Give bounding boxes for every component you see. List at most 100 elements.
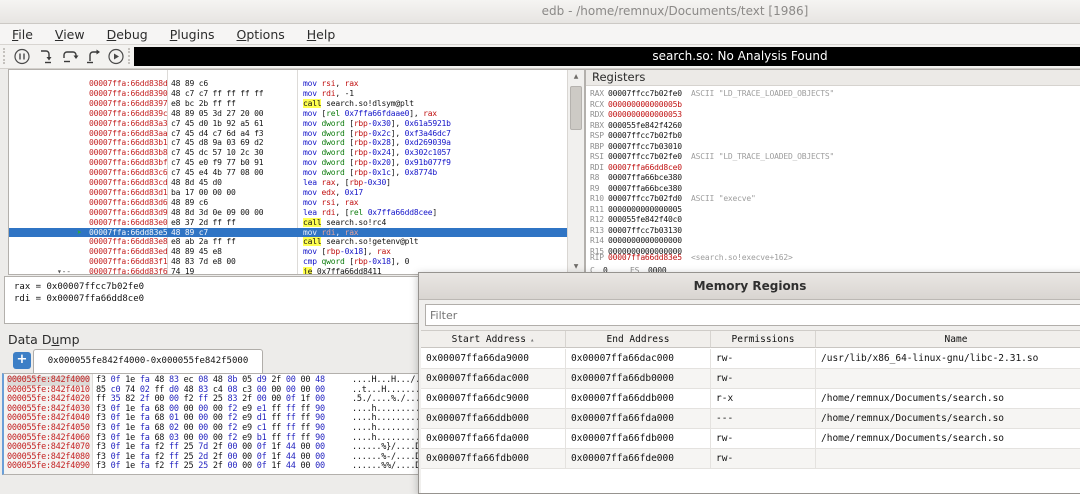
disasm-row[interactable]: 00007ffa:66dd83d948 8d 3d 0e 09 00 00lea… (9, 208, 567, 218)
filter-input[interactable] (425, 304, 1080, 326)
region-cell[interactable]: 0x00007ffa66dc9000 (421, 389, 566, 409)
disasm-bytes: 48 89 c7 (171, 228, 208, 238)
menu-item-debug[interactable]: Debug (97, 25, 158, 44)
menu-bar: FileViewDebugPluginsOptionsHelp (0, 24, 1080, 45)
disasm-bytes: c7 45 d8 9a 03 69 d2 (171, 138, 263, 148)
disasm-instruction: cmp qword [rbp-0x18], 0 (303, 257, 409, 267)
disasm-address: 00007ffa:66dd83e8 (89, 237, 167, 247)
register-value: 00007ffcc7b02fe0 (608, 89, 682, 100)
disasm-row[interactable]: 00007ffa:66dd83c6c7 45 e4 4b 77 08 00mov… (9, 168, 567, 178)
register-name: RSP (590, 131, 604, 142)
disasm-row[interactable]: 00007ffa:66dd83d1ba 17 00 00 00mov edx, … (9, 188, 567, 198)
disasm-instruction: mov dword [rbp-0x30], 0x61a5921b (303, 119, 451, 129)
region-cell[interactable]: /home/remnux/Documents/search.so (816, 409, 1080, 429)
menu-item-view[interactable]: View (45, 25, 95, 44)
disasm-address: 00007ffa:66dd83d1 (89, 188, 167, 198)
region-cell[interactable]: rw- (711, 449, 816, 469)
dump-address-tab[interactable]: 0x000055fe842f4000-0x000055fe842f5000 (33, 349, 263, 374)
run-button[interactable] (106, 47, 126, 66)
region-cell[interactable]: rw- (711, 349, 816, 369)
registers-panel[interactable]: Registers RAX00007ffcc7b02fe0ASCII "LD_T… (585, 69, 1080, 275)
register-name: RDX (590, 110, 604, 121)
region-cell[interactable]: 0x00007ffa66fde000 (566, 449, 711, 469)
menu-item-options[interactable]: Options (227, 25, 295, 44)
jump-arrow-icon: ▾-- (57, 267, 71, 275)
region-cell[interactable]: 0x00007ffa66da9000 (421, 349, 566, 369)
dialog-titlebar[interactable]: Memory Regions (419, 273, 1080, 300)
disasm-row[interactable]: 00007ffa:66dd83cd48 8d 45 d0lea rax, [rb… (9, 178, 567, 188)
disasm-row[interactable]: 00007ffa:66dd83b1c7 45 d8 9a 03 69 d2mov… (9, 138, 567, 148)
region-cell[interactable]: 0x00007ffa66db0000 (566, 369, 711, 389)
disasm-bytes: c7 45 dc 57 10 2c 30 (171, 148, 263, 158)
dump-address: 000055fe:842f4090 (7, 462, 90, 472)
disasm-row[interactable]: 00007ffa:66dd83d648 89 c6mov rsi, rax (9, 198, 567, 208)
analysis-status-text: search.so: No Analysis Found (134, 49, 1080, 63)
step-out-button[interactable] (84, 47, 104, 66)
scroll-up-arrow-icon[interactable]: ▲ (568, 70, 584, 84)
region-cell[interactable]: 0x00007ffa66fdb000 (421, 449, 566, 469)
region-cell[interactable]: 0x00007ffa66ddb000 (421, 409, 566, 429)
toolbar-grip[interactable] (3, 48, 9, 64)
region-cell[interactable]: 0x00007ffa66fda000 (421, 429, 566, 449)
menu-item-plugins[interactable]: Plugins (160, 25, 225, 44)
register-value: 0000000000000053 (608, 110, 682, 121)
region-cell[interactable]: 0x00007ffa66dac000 (566, 349, 711, 369)
memory-regions-dialog: Memory Regions Start Address ▴End Addres… (418, 272, 1080, 494)
step-over-button[interactable] (60, 47, 80, 66)
disasm-row[interactable]: 00007ffa:66dd83ed48 89 45 e8mov [rbp-0x1… (9, 247, 567, 257)
disasm-instruction: mov dword [rbp-0x1c], 0x8774b (303, 168, 437, 178)
disasm-row[interactable]: 00007ffa:66dd839048 c7 c7 ff ff ff ffmov… (9, 89, 567, 99)
region-cell[interactable]: 0x00007ffa66dac000 (421, 369, 566, 389)
pause-button[interactable] (12, 47, 32, 66)
register-value: 00007ffa66dd8ce0 (608, 163, 682, 174)
column-header-start-address[interactable]: Start Address ▴ (421, 331, 566, 348)
column-header-name[interactable]: Name (816, 331, 1080, 348)
menu-item-file[interactable]: File (2, 25, 43, 44)
disasm-instruction: mov rsi, rax (303, 198, 358, 208)
register-name: R13 (590, 226, 604, 237)
disasm-row[interactable]: 00007ffa:66dd83aac7 45 d4 c7 6d a4 f3mov… (9, 129, 567, 139)
menu-item-help[interactable]: Help (297, 25, 346, 44)
register-value: 000000000000005b (608, 100, 682, 111)
disasm-row[interactable]: 00007ffa:66dd83a3c7 45 d0 1b 92 a5 61mov… (9, 119, 567, 129)
disasm-row[interactable]: 00007ffa:66dd838d48 89 c6mov rsi, rax (9, 79, 567, 89)
region-cell[interactable] (816, 449, 1080, 469)
disasm-row[interactable]: 00007ffa:66dd83f148 83 7d e8 00cmp qword… (9, 257, 567, 267)
region-cell[interactable]: 0x00007ffa66ddb000 (566, 389, 711, 409)
dump-bytes: f3 0f 1e fa f2 ff 25 25 2f 00 00 0f 1f 4… (96, 462, 325, 472)
disasm-row[interactable]: 00007ffa:66dd83e8e8 ab 2a ff ffcall sear… (9, 237, 567, 247)
disasm-instruction: je 0x7ffa66dd8411 (303, 267, 382, 275)
window-titlebar: edb - /home/remnux/Documents/text [1986] (0, 0, 1080, 24)
disasm-address: 00007ffa:66dd83f1 (89, 257, 167, 267)
region-cell[interactable]: rw- (711, 429, 816, 449)
region-cell[interactable]: /usr/lib/x86_64-linux-gnu/libc-2.31.so (816, 349, 1080, 369)
disassembly-scrollbar[interactable]: ▲ ▼ (567, 70, 584, 274)
add-dump-tab-button[interactable]: + (13, 352, 31, 369)
region-cell[interactable]: 0x00007ffa66fda000 (566, 409, 711, 429)
disasm-row[interactable]: 00007ffa:66dd8397e8 bc 2b ff ffcall sear… (9, 99, 567, 109)
disasm-row[interactable]: 00007ffa:66dd83b8c7 45 dc 57 10 2c 30mov… (9, 148, 567, 158)
memory-regions-table[interactable]: Start Address ▴End AddressPermissionsNam… (421, 330, 1080, 493)
region-cell[interactable]: --- (711, 409, 816, 429)
disasm-row[interactable]: 00007ffa:66dd83bfc7 45 e0 f9 77 b0 91mov… (9, 158, 567, 168)
column-header-permissions[interactable]: Permissions (711, 331, 816, 348)
disasm-address: 00007ffa:66dd83b8 (89, 148, 167, 158)
edb-debugger-window: { "window": { "title": "edb - /home/remn… (0, 0, 1080, 473)
disasm-row[interactable]: 00007ffa:66dd83e0e8 37 2d ff ffcall sear… (9, 218, 567, 228)
info-line: rdi = 0x00007ffa66dd8ce0 (14, 294, 144, 304)
disasm-bytes: c7 45 d4 c7 6d a4 f3 (171, 129, 263, 139)
toolbar: search.so: No Analysis Found (0, 45, 1080, 69)
region-cell[interactable] (816, 369, 1080, 389)
disasm-row[interactable]: ➤00007ffa:66dd83e548 89 c7mov rdi, rax (9, 228, 567, 238)
region-cell[interactable]: /home/remnux/Documents/search.so (816, 389, 1080, 409)
scrollbar-thumb[interactable] (570, 86, 582, 130)
region-cell[interactable]: 0x00007ffa66fdb000 (566, 429, 711, 449)
region-cell[interactable]: /home/remnux/Documents/search.so (816, 429, 1080, 449)
region-cell[interactable]: r-x (711, 389, 816, 409)
step-into-button[interactable] (36, 47, 56, 66)
column-header-end-address[interactable]: End Address (566, 331, 711, 348)
register-value: 000055fe842f40c0 (608, 215, 682, 226)
disasm-row[interactable]: 00007ffa:66dd839c48 89 05 3d 27 20 00mov… (9, 109, 567, 119)
disassembly-panel[interactable]: 00007ffa:66dd838d48 89 c6mov rsi, rax000… (8, 69, 585, 275)
region-cell[interactable]: rw- (711, 369, 816, 389)
